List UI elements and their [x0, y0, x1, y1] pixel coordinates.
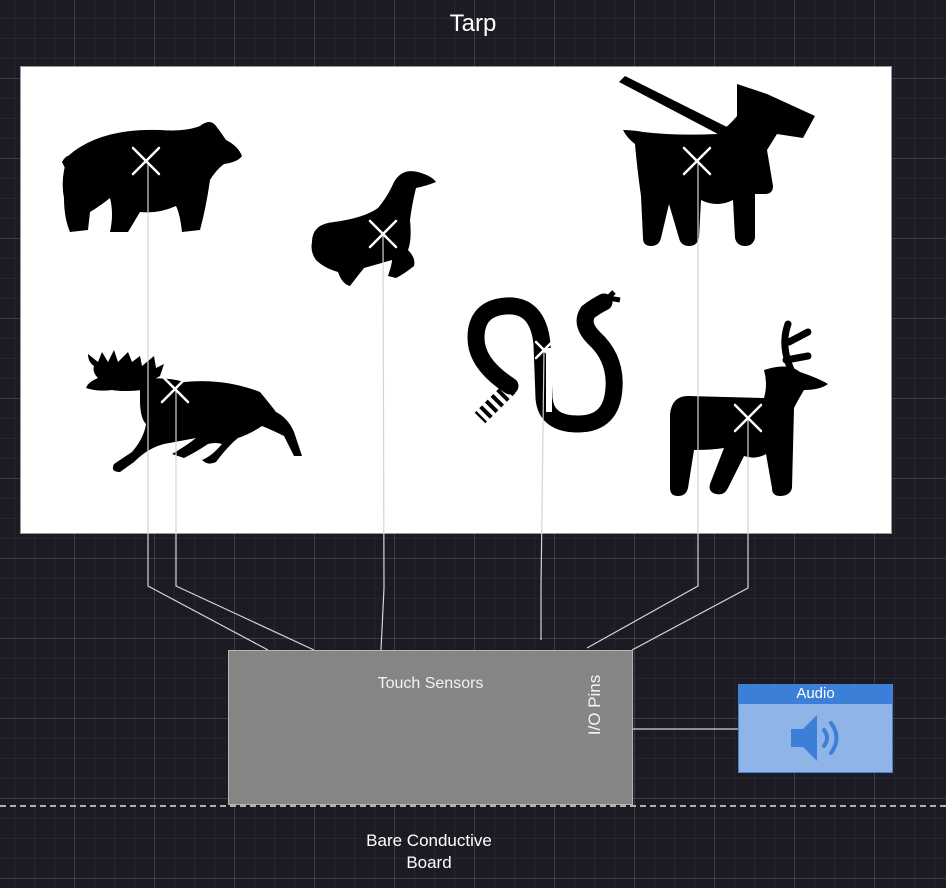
board-caption: Bare Conductive Board	[329, 830, 529, 874]
seal-icon	[311, 171, 436, 286]
dog-icon	[619, 76, 815, 246]
speaker-icon	[791, 715, 839, 761]
diagram-title: Tarp	[449, 10, 497, 37]
deer-icon	[670, 320, 828, 496]
board-title: Touch Sensors	[377, 675, 484, 692]
snake-icon	[467, 290, 623, 433]
board-caption-line2: Board	[406, 853, 452, 872]
board-caption-line1: Bare Conductive	[366, 831, 492, 850]
bear-icon	[62, 122, 242, 232]
audio-label: Audio	[739, 685, 892, 704]
audio-box: Audio	[738, 684, 893, 773]
io-pins-label: I/O Pins	[585, 674, 604, 736]
touch-board: Touch Sensors I/O Pins	[228, 650, 633, 805]
moose-icon	[86, 350, 302, 472]
